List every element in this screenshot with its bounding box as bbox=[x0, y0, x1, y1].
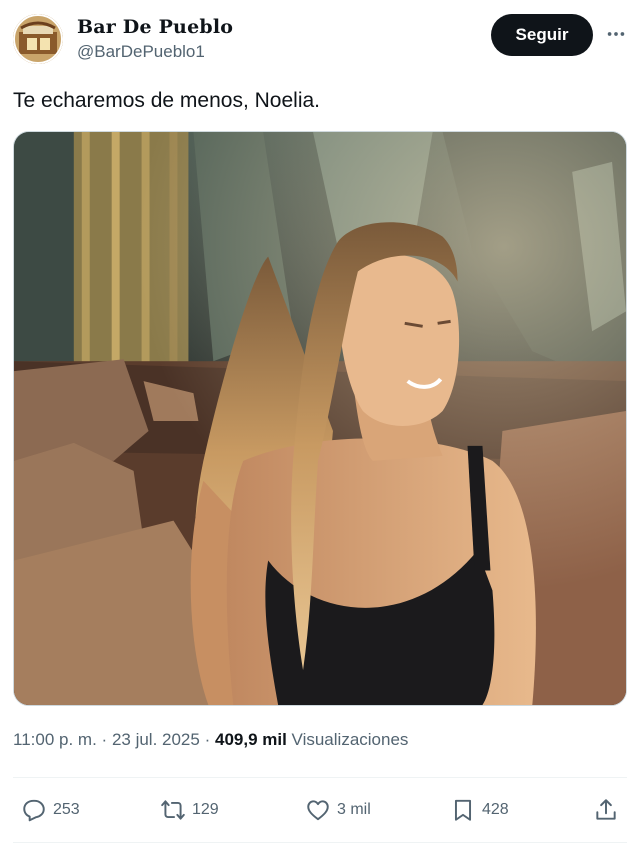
photo-image bbox=[14, 132, 626, 705]
reply-count: 253 bbox=[53, 801, 80, 818]
follow-button[interactable]: Seguir bbox=[491, 14, 593, 56]
tweet-meta: 11:00 p. m. · 23 jul. 2025 · 409,9 mil V… bbox=[13, 730, 408, 750]
bookmark-icon bbox=[454, 799, 472, 821]
more-horizontal-icon[interactable] bbox=[605, 23, 627, 45]
action-bar: 253 129 3 mil 428 bbox=[13, 790, 627, 830]
share-icon bbox=[596, 799, 616, 820]
meta-separator: · bbox=[204, 730, 211, 749]
like-count: 3 mil bbox=[337, 801, 371, 818]
divider bbox=[13, 842, 627, 843]
tweet-header: Bar De Pueblo @BarDePueblo1 Seguir bbox=[13, 13, 625, 67]
user-handle[interactable]: @BarDePueblo1 bbox=[77, 42, 205, 62]
views-label: Visualizaciones bbox=[291, 730, 409, 749]
divider bbox=[13, 777, 627, 778]
reply-icon bbox=[23, 799, 45, 822]
bookmark-count: 428 bbox=[482, 801, 509, 818]
tweet-date[interactable]: 23 jul. 2025 bbox=[112, 730, 200, 749]
avatar[interactable] bbox=[13, 14, 63, 64]
meta-separator: · bbox=[101, 730, 108, 749]
heart-icon bbox=[307, 800, 329, 821]
tweet-time[interactable]: 11:00 p. m. bbox=[13, 730, 97, 749]
display-name[interactable]: Bar De Pueblo bbox=[77, 16, 233, 38]
repost-button[interactable]: 129 bbox=[160, 790, 219, 830]
bookmark-button[interactable]: 428 bbox=[450, 790, 509, 830]
repost-count: 129 bbox=[192, 801, 219, 818]
reply-button[interactable]: 253 bbox=[21, 790, 80, 830]
repost-icon bbox=[161, 800, 185, 820]
tweet-photo[interactable] bbox=[13, 131, 627, 706]
bar-logo-image bbox=[13, 14, 63, 64]
views-count: 409,9 mil bbox=[214, 730, 287, 749]
share-button[interactable] bbox=[593, 790, 619, 830]
tweet-text: Te echaremos de menos, Noelia. bbox=[13, 89, 320, 112]
like-button[interactable]: 3 mil bbox=[305, 790, 371, 830]
